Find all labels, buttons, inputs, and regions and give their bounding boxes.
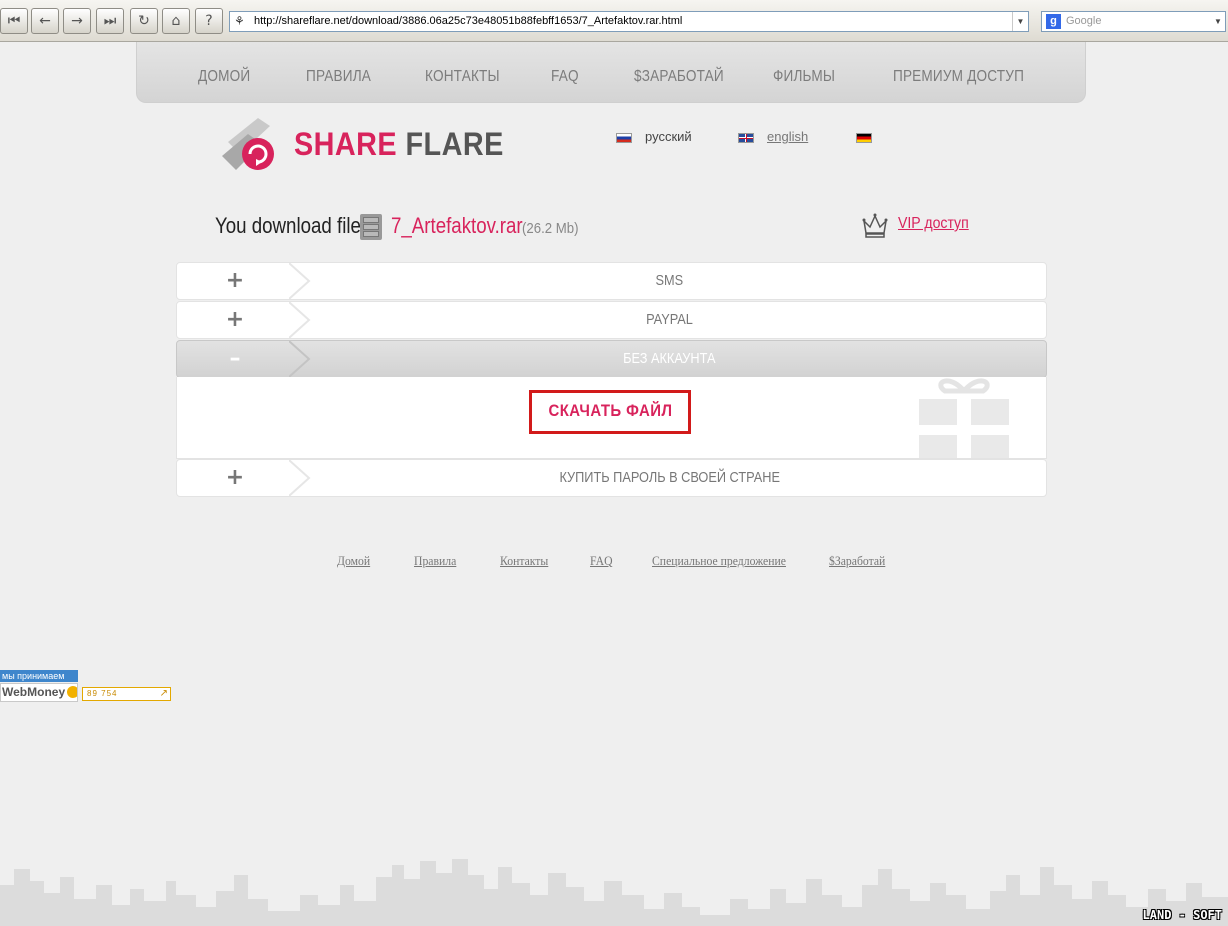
- file-name: 7_Artefaktov.rar: [391, 213, 523, 238]
- nav-premium[interactable]: ПРЕМИУМ ДОСТУП: [893, 68, 1024, 86]
- expand-plus-icon[interactable]: +: [177, 263, 293, 299]
- vip-access-link[interactable]: VIP доступ: [898, 215, 969, 233]
- german-flag-icon[interactable]: [856, 133, 872, 143]
- address-dropdown-icon[interactable]: ▼: [1012, 12, 1028, 31]
- buy-password-text: КУПИТЬ ПАРОЛЬ В СВОЕЙ СТРАНЕ: [559, 469, 780, 486]
- lang-english[interactable]: english: [767, 129, 808, 144]
- external-arrow-icon: ↗: [159, 688, 169, 699]
- payment-no-account-row[interactable]: – БЕЗ АККАУНТА: [176, 340, 1047, 378]
- lang-russian[interactable]: русский: [645, 129, 692, 144]
- expand-plus-icon[interactable]: +: [177, 460, 293, 496]
- logo-share: SHARE: [294, 126, 398, 162]
- webmoney-attestat-text: 89 754: [87, 689, 118, 698]
- first-page-icon[interactable]: ⏮: [0, 8, 28, 34]
- last-page-icon[interactable]: ⏭: [96, 8, 124, 34]
- footer-faq-link[interactable]: FAQ: [590, 553, 613, 569]
- address-bar[interactable]: ⚘ http://shareflare.net/download/3886.06…: [229, 11, 1029, 32]
- forward-icon[interactable]: →: [63, 8, 91, 34]
- main-nav: ДОМОЙ ПРАВИЛА КОНТАКТЫ FAQ $ЗАРАБОТАЙ ФИ…: [136, 42, 1086, 103]
- nav-rules[interactable]: ПРАВИЛА: [306, 68, 371, 86]
- payment-sms-label: SMS: [293, 263, 1046, 299]
- watermark: LAND - SOFT: [1142, 908, 1222, 922]
- footer-earn-link[interactable]: $Заработай: [829, 553, 885, 569]
- search-box[interactable]: g Google ▼: [1041, 11, 1226, 32]
- no-account-text: БЕЗ АККАУНТА: [623, 350, 716, 367]
- shareflare-logo-icon[interactable]: [218, 114, 290, 176]
- shareflare-logo-text[interactable]: SHARE FLARE: [294, 126, 504, 163]
- file-size: (26.2 Mb): [522, 220, 579, 237]
- sms-text: SMS: [655, 272, 684, 289]
- browser-toolbar: ⏮ ← → ⏭ ↻ ⌂ ? ⚘ http://shareflare.net/do…: [0, 0, 1228, 42]
- buy-password-row[interactable]: + КУПИТЬ ПАРОЛЬ В СВОЕЙ СТРАНЕ: [176, 459, 1047, 497]
- webmoney-coin-icon: [67, 686, 77, 698]
- webmoney-accept-banner: мы принимаем: [0, 670, 78, 682]
- download-file-text: СКАЧАТЬ ФАЙЛ: [548, 401, 672, 420]
- search-dropdown-icon[interactable]: ▼: [1211, 12, 1225, 31]
- nav-faq[interactable]: FAQ: [551, 68, 579, 86]
- file-cabinet-icon: [360, 214, 382, 240]
- crown-icon: [862, 213, 888, 238]
- footer-contacts-link[interactable]: Контакты: [500, 553, 548, 569]
- english-flag-icon[interactable]: [738, 133, 754, 143]
- footer-special-offer-link[interactable]: Специальное предложение: [652, 553, 786, 569]
- nav-earn[interactable]: $ЗАРАБОТАЙ: [634, 68, 724, 86]
- reload-icon[interactable]: ↻: [130, 8, 158, 34]
- payment-sms-row[interactable]: + SMS: [176, 262, 1047, 300]
- google-icon: g: [1046, 14, 1061, 29]
- nav-home[interactable]: ДОМОЙ: [198, 68, 250, 86]
- logo-flare: FLARE: [405, 126, 504, 162]
- footer-rules-link[interactable]: Правила: [414, 553, 456, 569]
- paypal-text: PAYPAL: [646, 311, 693, 328]
- webmoney-logo[interactable]: WebMoney: [0, 683, 78, 702]
- download-button-highlight: СКАЧАТЬ ФАЙЛ: [529, 390, 691, 434]
- buy-password-label: КУПИТЬ ПАРОЛЬ В СВОЕЙ СТРАНЕ: [293, 460, 1046, 496]
- webmoney-brand-text: WebMoney: [2, 685, 66, 699]
- payment-no-account-label: БЕЗ АККАУНТА: [293, 341, 1046, 377]
- search-placeholder: Google: [1066, 15, 1102, 27]
- collapse-minus-icon[interactable]: –: [177, 341, 293, 377]
- expand-plus-icon[interactable]: +: [177, 302, 293, 338]
- payment-paypal-row[interactable]: + PAYPAL: [176, 301, 1047, 339]
- back-icon[interactable]: ←: [31, 8, 59, 34]
- home-icon[interactable]: ⌂: [162, 8, 190, 34]
- webmoney-attestat-badge[interactable]: 89 754 ↗: [82, 687, 171, 701]
- footer-home-link[interactable]: Домой: [337, 553, 370, 569]
- site-favicon-icon: ⚘: [234, 14, 245, 28]
- no-account-panel: СКАЧАТЬ ФАЙЛ: [176, 377, 1047, 459]
- nav-contacts[interactable]: КОНТАКТЫ: [425, 68, 500, 86]
- payment-paypal-label: PAYPAL: [293, 302, 1046, 338]
- city-skyline-decoration: [0, 859, 1228, 926]
- address-text: http://shareflare.net/download/3886.06a2…: [254, 15, 683, 27]
- russian-flag-icon[interactable]: [616, 133, 632, 143]
- download-file-button[interactable]: СКАЧАТЬ ФАЙЛ: [532, 393, 688, 429]
- download-label: You download file: [215, 213, 361, 238]
- gift-icon: [919, 377, 1009, 458]
- info-icon[interactable]: ?: [195, 8, 223, 34]
- nav-films[interactable]: ФИЛЬМЫ: [773, 68, 835, 86]
